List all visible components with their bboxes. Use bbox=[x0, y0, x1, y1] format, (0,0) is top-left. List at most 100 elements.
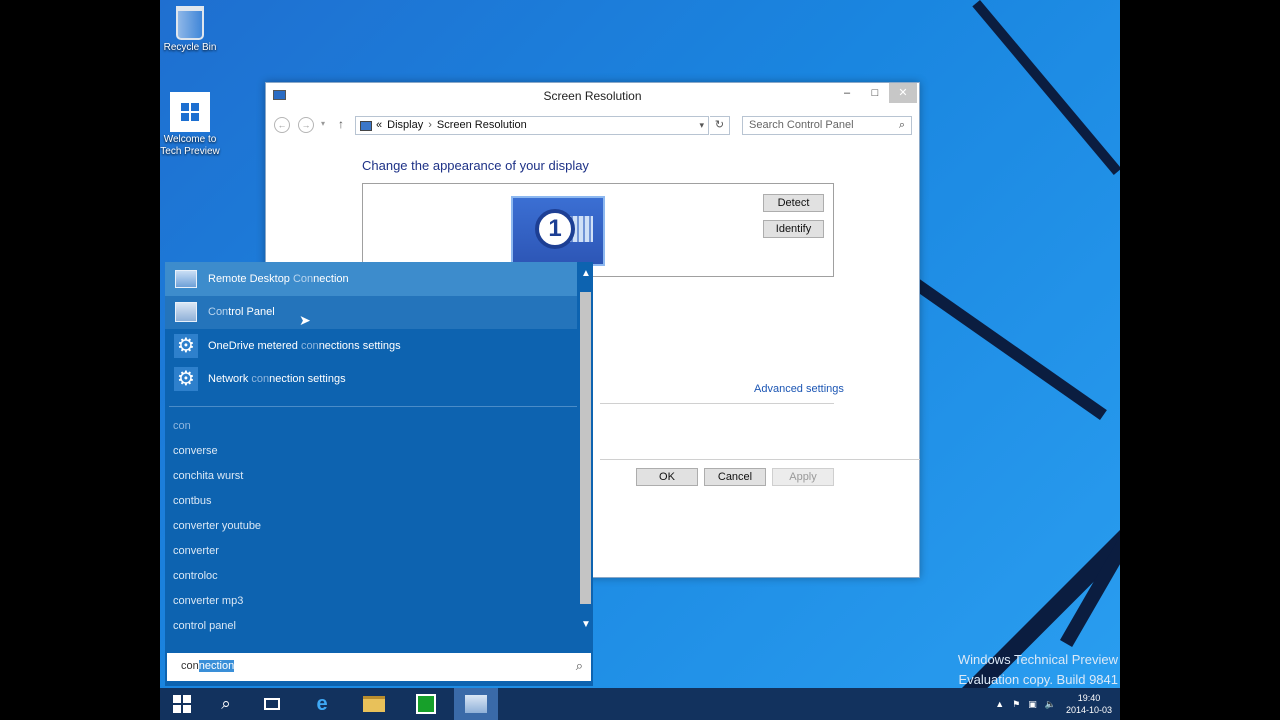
evaluation-watermark: Windows Technical Preview Evaluation cop… bbox=[958, 650, 1118, 690]
start-button[interactable] bbox=[160, 688, 204, 720]
watermark-line: Windows Technical Preview bbox=[957, 652, 1118, 667]
result-label: Control Panel bbox=[208, 306, 275, 319]
clock[interactable]: 19:40 2014-10-03 bbox=[1066, 692, 1112, 716]
control-panel-taskbar-button[interactable] bbox=[454, 688, 498, 720]
store-button[interactable] bbox=[404, 688, 448, 720]
refresh-button[interactable]: ↻ bbox=[710, 116, 730, 135]
suggestion-item[interactable]: contbus bbox=[173, 489, 261, 514]
address-bar[interactable]: « Display › Screen Resolution ▾ bbox=[355, 116, 709, 135]
desktop-icon-label: Recycle Bin bbox=[163, 42, 217, 53]
action-center-flag-icon[interactable]: ⚑ bbox=[1012, 699, 1020, 710]
suggestion-item[interactable]: controloc bbox=[173, 564, 261, 589]
suggestion-item[interactable]: con bbox=[173, 414, 261, 439]
page-title: Change the appearance of your display bbox=[362, 158, 589, 173]
wallpaper-beam bbox=[972, 0, 1120, 175]
maximize-button[interactable]: □ bbox=[861, 83, 889, 103]
wallpaper-beam bbox=[930, 182, 1120, 720]
search-placeholder: Search Control Panel bbox=[749, 119, 854, 131]
search-taskbar-button[interactable]: ⌕ bbox=[204, 688, 248, 720]
result-label: OneDrive metered connections settings bbox=[208, 339, 401, 352]
store-icon bbox=[416, 694, 436, 714]
monitor-1-icon[interactable]: 1 bbox=[511, 196, 605, 266]
task-view-icon bbox=[264, 698, 280, 710]
breadcrumb-screen-resolution[interactable]: Screen Resolution bbox=[437, 117, 527, 134]
results-scrollbar[interactable]: ▲ ▼ bbox=[578, 262, 593, 638]
monitor-number-badge: 1 bbox=[535, 209, 575, 249]
web-suggestions-list: con converse conchita wurst contbus conv… bbox=[173, 414, 261, 639]
search-control-panel-input[interactable]: Search Control Panel ⌕ bbox=[742, 116, 912, 135]
result-label: Network connection settings bbox=[208, 373, 346, 386]
divider bbox=[600, 403, 834, 404]
internet-explorer-button[interactable]: e bbox=[300, 688, 344, 720]
desktop-icon-welcome[interactable]: Welcome to Tech Preview bbox=[160, 92, 222, 158]
windows-logo-icon bbox=[173, 695, 191, 713]
suggestion-item[interactable]: converter youtube bbox=[173, 514, 261, 539]
result-onedrive-metered-connections[interactable]: ⚙ OneDrive metered connections settings bbox=[165, 329, 577, 363]
suggestion-item[interactable]: control panel bbox=[173, 614, 261, 639]
chevron-down-icon[interactable]: ▼ bbox=[581, 619, 591, 630]
forward-button[interactable]: → bbox=[298, 117, 314, 133]
result-network-connection-settings[interactable]: ⚙ Network connection settings bbox=[165, 363, 577, 397]
minimize-button[interactable]: – bbox=[833, 83, 861, 103]
close-button[interactable]: ✕ bbox=[889, 83, 917, 103]
desktop-icon-label: Welcome to Tech Preview bbox=[160, 134, 220, 157]
gear-icon: ⚙ bbox=[174, 333, 198, 358]
search-results-panel: Remote Desktop Connection Control Panel … bbox=[165, 262, 593, 686]
ok-button[interactable]: OK bbox=[636, 468, 698, 486]
breadcrumb-display[interactable]: Display bbox=[387, 117, 423, 134]
search-input[interactable]: connection ⌕ bbox=[167, 653, 591, 681]
clock-date: 2014-10-03 bbox=[1065, 705, 1112, 715]
window-title: Screen Resolution bbox=[543, 89, 642, 103]
result-label: Remote Desktop Connection bbox=[208, 272, 349, 285]
suggestion-item[interactable]: converter bbox=[173, 539, 261, 564]
gear-icon: ⚙ bbox=[174, 367, 198, 392]
remote-desktop-icon bbox=[175, 269, 197, 288]
scrollbar-thumb[interactable] bbox=[580, 292, 591, 604]
volume-icon[interactable]: 🔈 bbox=[1045, 699, 1056, 710]
search-icon: ⌕ bbox=[898, 119, 905, 131]
apply-button[interactable]: Apply bbox=[772, 468, 834, 486]
detect-button[interactable]: Detect bbox=[763, 194, 824, 212]
desktop-icon-recycle-bin[interactable]: Recycle Bin bbox=[160, 6, 222, 54]
search-query: connection bbox=[181, 660, 235, 672]
chevron-up-icon[interactable]: ▲ bbox=[581, 268, 591, 279]
window-titlebar[interactable]: Screen Resolution – □ ✕ bbox=[266, 83, 919, 109]
breadcrumb-separator: › bbox=[428, 119, 432, 131]
control-panel-icon bbox=[465, 695, 487, 713]
suggestion-item[interactable]: converter mp3 bbox=[173, 589, 261, 614]
windows-logo-icon bbox=[170, 92, 210, 132]
suggestion-item[interactable]: converse bbox=[173, 439, 261, 464]
divider bbox=[600, 459, 920, 460]
internet-explorer-icon: e bbox=[316, 692, 328, 715]
network-icon[interactable]: ▣ bbox=[1028, 699, 1037, 710]
cancel-button[interactable]: Cancel bbox=[704, 468, 766, 486]
advanced-settings-link[interactable]: Advanced settings bbox=[754, 383, 844, 395]
app-results-list: Remote Desktop Connection Control Panel … bbox=[165, 262, 577, 396]
mouse-cursor-icon: ➤ bbox=[299, 311, 311, 328]
show-hidden-icons[interactable]: ▲ bbox=[995, 699, 1004, 709]
chevron-down-icon[interactable]: ▾ bbox=[699, 117, 704, 134]
control-panel-icon bbox=[175, 302, 197, 323]
search-icon[interactable]: ⌕ bbox=[576, 658, 583, 674]
results-divider bbox=[169, 406, 577, 407]
clock-time: 19:40 bbox=[1077, 693, 1101, 703]
address-row: ← → ▾ ↑ « Display › Screen Resolution ▾ … bbox=[266, 109, 919, 139]
back-button[interactable]: ← bbox=[274, 117, 290, 133]
identify-button[interactable]: Identify bbox=[763, 220, 824, 238]
watermark-line: Evaluation copy. Build 9841 bbox=[958, 672, 1118, 687]
taskbar: ⌕ e ▲ ⚑ ▣ 🔈 19:40 2014-10-03 bbox=[160, 688, 1120, 720]
wallpaper-beam bbox=[1060, 380, 1120, 647]
root-chevron: « bbox=[376, 119, 383, 131]
result-remote-desktop-connection[interactable]: Remote Desktop Connection bbox=[165, 262, 577, 296]
up-button[interactable]: ↑ bbox=[338, 117, 344, 131]
folder-icon bbox=[363, 696, 385, 712]
file-explorer-button[interactable] bbox=[352, 688, 396, 720]
search-icon: ⌕ bbox=[221, 694, 231, 713]
recent-locations-dropdown[interactable]: ▾ bbox=[321, 119, 325, 128]
suggestion-item[interactable]: conchita wurst bbox=[173, 464, 261, 489]
system-tray: ▲ ⚑ ▣ 🔈 19:40 2014-10-03 bbox=[987, 688, 1112, 720]
result-control-panel[interactable]: Control Panel ➤ bbox=[165, 295, 577, 329]
task-view-button[interactable] bbox=[250, 688, 294, 720]
display-icon bbox=[360, 120, 372, 131]
recycle-bin-icon bbox=[176, 6, 204, 40]
